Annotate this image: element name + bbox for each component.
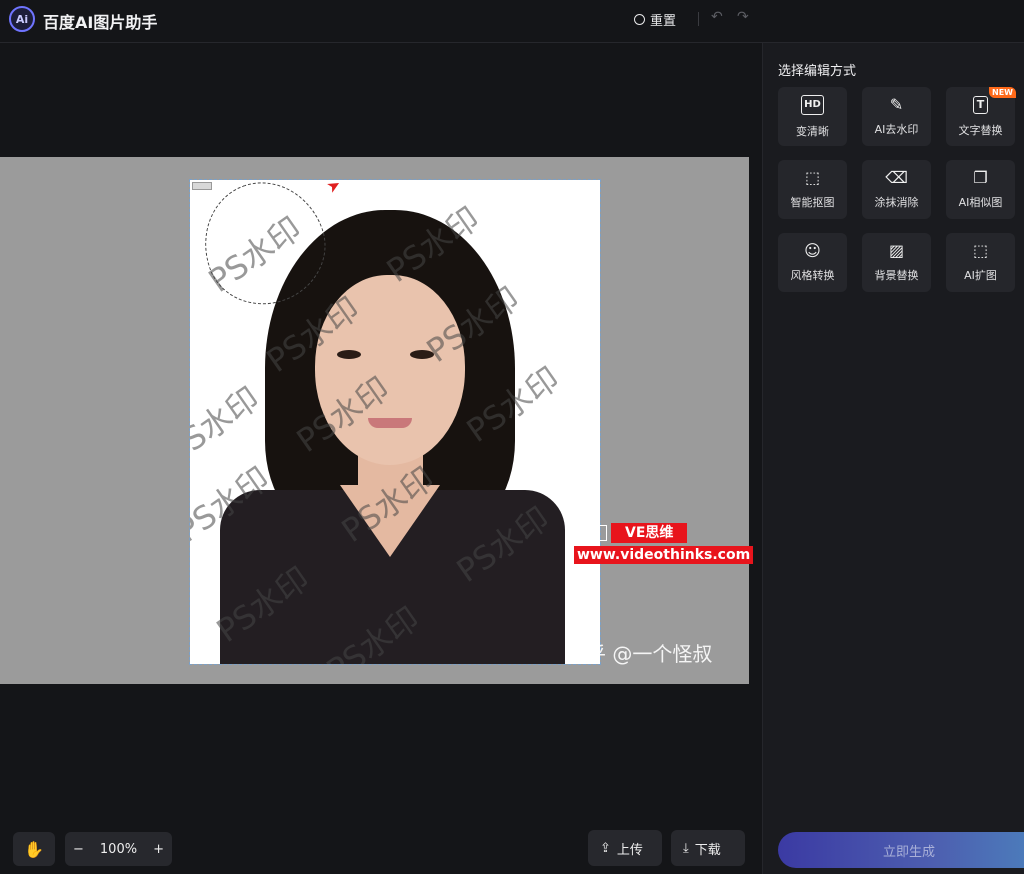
tool-smart-cutout[interactable]: ⬚ 智能抠图: [778, 160, 847, 219]
tool-label: 背景替换: [874, 268, 919, 282]
top-bar: Ai 百度AI图片助手 重置 ↶ ↷: [0, 0, 1024, 43]
watermark-text: PS水印: [190, 379, 267, 470]
photo-mouth: [368, 418, 412, 428]
logo-icon: Ai: [9, 6, 35, 32]
zoom-control: − 100% +: [65, 832, 172, 866]
edit-panel: 选择编辑方式 HD 变清晰 ✎ AI去水印 NEW T 文字替换 ⬚ 智能抠图 …: [762, 43, 1024, 874]
tool-label: 智能抠图: [790, 195, 835, 209]
tool-label: 涂抹消除: [874, 195, 919, 209]
upload-label: 上传: [616, 842, 643, 858]
background-icon: ▨: [888, 240, 905, 260]
similar-image-icon: ❐: [973, 167, 988, 187]
new-badge: NEW: [989, 87, 1016, 98]
ve-badge: VE思维: [589, 523, 688, 543]
edited-photo[interactable]: PS水印 PS水印 PS水印 PS水印 PS水印 PS水印 PS水印 PS水印 …: [189, 179, 601, 665]
reset-icon: [634, 13, 645, 25]
generate-button[interactable]: 立即生成: [778, 832, 1024, 868]
redo-icon[interactable]: ↷: [737, 10, 751, 24]
tool-label: 风格转换: [790, 268, 835, 282]
tool-remove-watermark[interactable]: ✎ AI去水印: [862, 87, 931, 146]
tool-background-replace[interactable]: ▨ 背景替换: [862, 233, 931, 292]
upload-button[interactable]: ⇪ 上传: [588, 830, 662, 866]
toolbar-divider: [698, 12, 699, 26]
arrow-icon: ➤: [323, 180, 345, 198]
pan-tool-button[interactable]: ✋: [13, 832, 55, 866]
cutout-icon: ⬚: [804, 167, 821, 187]
magic-wand-icon: ✎: [889, 94, 904, 114]
tool-expand[interactable]: ⬚ AI扩图: [946, 233, 1015, 292]
upload-icon: ⇪: [600, 840, 611, 856]
tool-label: AI扩图: [964, 268, 997, 282]
download-icon: ⤓: [683, 840, 689, 856]
download-label: 下载: [694, 842, 721, 858]
tool-label: 变清晰: [796, 124, 829, 138]
tool-text-replace[interactable]: NEW T 文字替换: [946, 87, 1016, 146]
tool-style-transfer[interactable]: ☺ 风格转换: [778, 233, 847, 292]
text-replace-icon: T: [972, 95, 989, 114]
undo-icon[interactable]: ↶: [711, 10, 725, 24]
photo-eye-left: [337, 350, 361, 359]
panel-title: 选择编辑方式: [778, 64, 857, 79]
app-title: 百度AI图片助手: [43, 13, 158, 32]
style-icon: ☺: [804, 240, 821, 260]
zoom-in-button[interactable]: +: [153, 842, 164, 857]
tool-label: 文字替换: [958, 123, 1003, 137]
tool-label: AI相似图: [958, 195, 1003, 209]
hd-icon: HD: [801, 94, 824, 115]
tool-similar-image[interactable]: ❐ AI相似图: [946, 160, 1015, 219]
expand-icon: ⬚: [972, 240, 989, 260]
tool-enhance[interactable]: HD 变清晰: [778, 87, 847, 146]
ve-badge-label: VE思维: [611, 523, 688, 543]
tool-label: AI去水印: [874, 122, 919, 136]
selection-handle[interactable]: [192, 182, 212, 190]
credit-text: 知乎 @一个怪叔: [566, 642, 713, 666]
hand-icon: ✋: [24, 839, 44, 859]
zoom-out-button[interactable]: −: [73, 842, 84, 857]
eraser-icon: ⌫: [885, 167, 908, 187]
tool-erase[interactable]: ⌫ 涂抹消除: [862, 160, 931, 219]
download-button[interactable]: ⤓ 下载: [671, 830, 745, 866]
ve-url: www.videothinks.com: [574, 546, 754, 564]
reset-label: 重置: [650, 13, 677, 29]
reset-button[interactable]: 重置: [634, 10, 677, 29]
zoom-level: 100%: [99, 841, 138, 857]
checkbox-icon: [589, 525, 607, 541]
